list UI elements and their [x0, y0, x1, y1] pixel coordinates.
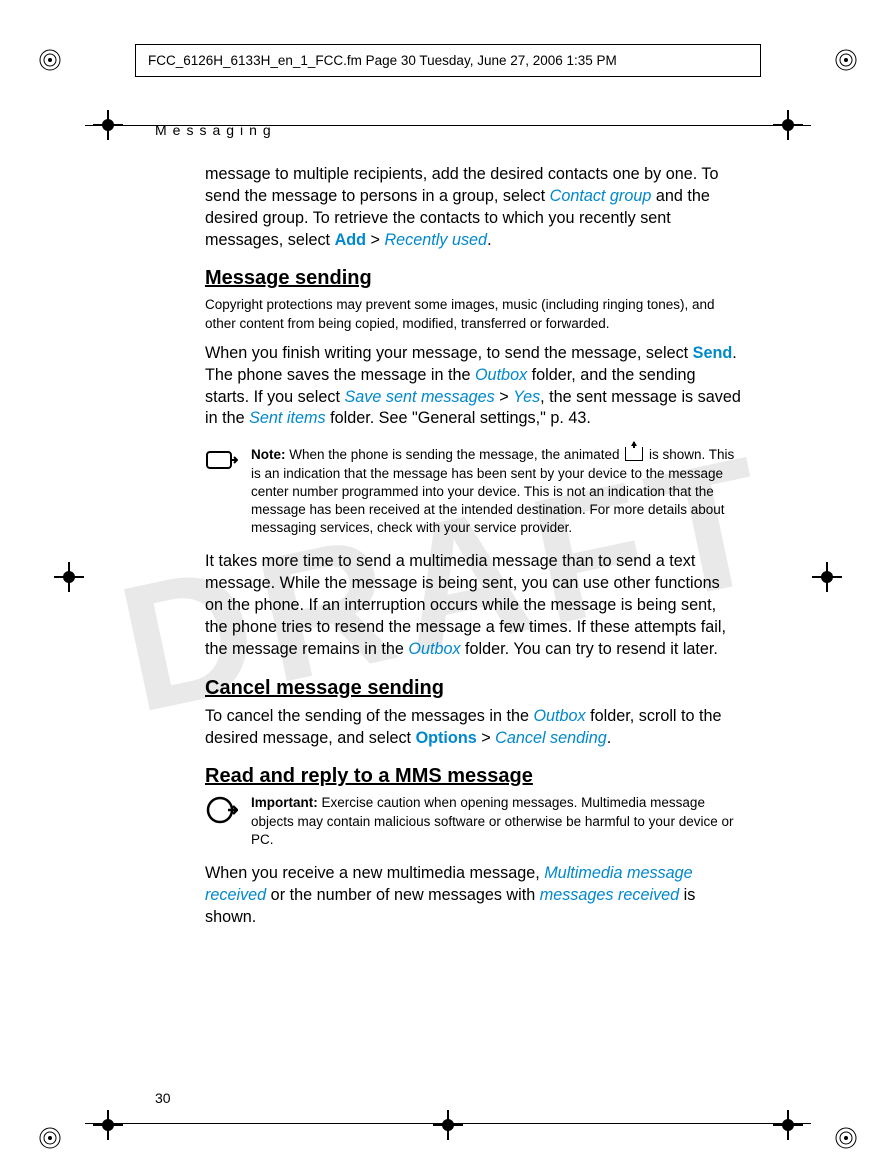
important-icon	[206, 796, 238, 824]
text: folder. You can try to resend it later.	[461, 640, 718, 658]
ui-path-outbox: Outbox	[533, 707, 585, 725]
page-number: 30	[155, 1090, 171, 1106]
text: Exercise caution when opening messages. …	[251, 795, 733, 846]
important-label: Important:	[251, 795, 322, 810]
text: When you finish writing your message, to…	[205, 344, 693, 362]
ui-path-sent-items: Sent items	[249, 409, 325, 427]
header-filename: FCC_6126H_6133H_en_1_FCC.fm Page 30 Tues…	[135, 44, 761, 77]
important-block: Important: Exercise caution when opening…	[205, 794, 741, 849]
ui-path-cancel-sending: Cancel sending	[495, 729, 607, 747]
crop-target-icon	[433, 1110, 463, 1140]
ui-path-contact-group: Contact group	[550, 187, 652, 205]
ui-path-yes: Yes	[513, 388, 540, 406]
copyright-notice: Copyright protections may prevent some i…	[205, 296, 741, 332]
message-sending-p1: When you finish writing your message, to…	[205, 343, 741, 430]
ui-path-save-sent: Save sent messages	[344, 388, 494, 406]
crop-spiral-icon	[834, 1126, 858, 1150]
section-label: Messaging	[155, 122, 277, 138]
ui-path-outbox: Outbox	[408, 640, 460, 658]
note-icon	[206, 448, 238, 474]
text: When the phone is sending the message, t…	[289, 447, 623, 462]
crop-spiral-icon	[38, 48, 62, 72]
note-text: Note: When the phone is sending the mess…	[251, 446, 741, 537]
text: or the number of new messages with	[266, 886, 540, 904]
crop-spiral-icon	[38, 1126, 62, 1150]
text: >	[495, 388, 513, 406]
ui-cmd-send: Send	[693, 344, 733, 362]
mms-receive-p1: When you receive a new multimedia messag…	[205, 863, 741, 929]
ui-path-recently-used: Recently used	[384, 231, 487, 249]
crop-target-icon	[773, 1110, 803, 1140]
text: When you receive a new multimedia messag…	[205, 864, 544, 882]
sending-animation-icon	[625, 447, 643, 461]
ui-cmd-add: Add	[335, 231, 366, 249]
cancel-sending-p1: To cancel the sending of the messages in…	[205, 706, 741, 750]
text: folder. See "General settings," p. 43.	[326, 409, 591, 427]
crop-target-icon	[93, 1110, 123, 1140]
crop-target-icon	[812, 562, 842, 592]
footer-rule	[85, 1123, 811, 1124]
text: .	[607, 729, 612, 747]
text: To cancel the sending of the messages in…	[205, 707, 533, 725]
ui-path-outbox: Outbox	[475, 366, 527, 384]
text: .	[487, 231, 492, 249]
ui-status-messages-received: messages received	[540, 886, 679, 904]
crop-spiral-icon	[834, 48, 858, 72]
crop-target-icon	[54, 562, 84, 592]
text: >	[366, 231, 384, 249]
message-sending-p2: It takes more time to send a multimedia …	[205, 551, 741, 660]
intro-paragraph: message to multiple recipients, add the …	[205, 164, 741, 251]
ui-cmd-options: Options	[416, 729, 477, 747]
content-area: message to multiple recipients, add the …	[205, 164, 741, 945]
text: >	[477, 729, 495, 747]
note-label: Note:	[251, 447, 289, 462]
heading-message-sending: Message sending	[205, 267, 741, 290]
heading-cancel-sending: Cancel message sending	[205, 677, 741, 700]
important-text: Important: Exercise caution when opening…	[251, 794, 741, 849]
note-block: Note: When the phone is sending the mess…	[205, 446, 741, 537]
heading-read-reply-mms: Read and reply to a MMS message	[205, 765, 741, 788]
